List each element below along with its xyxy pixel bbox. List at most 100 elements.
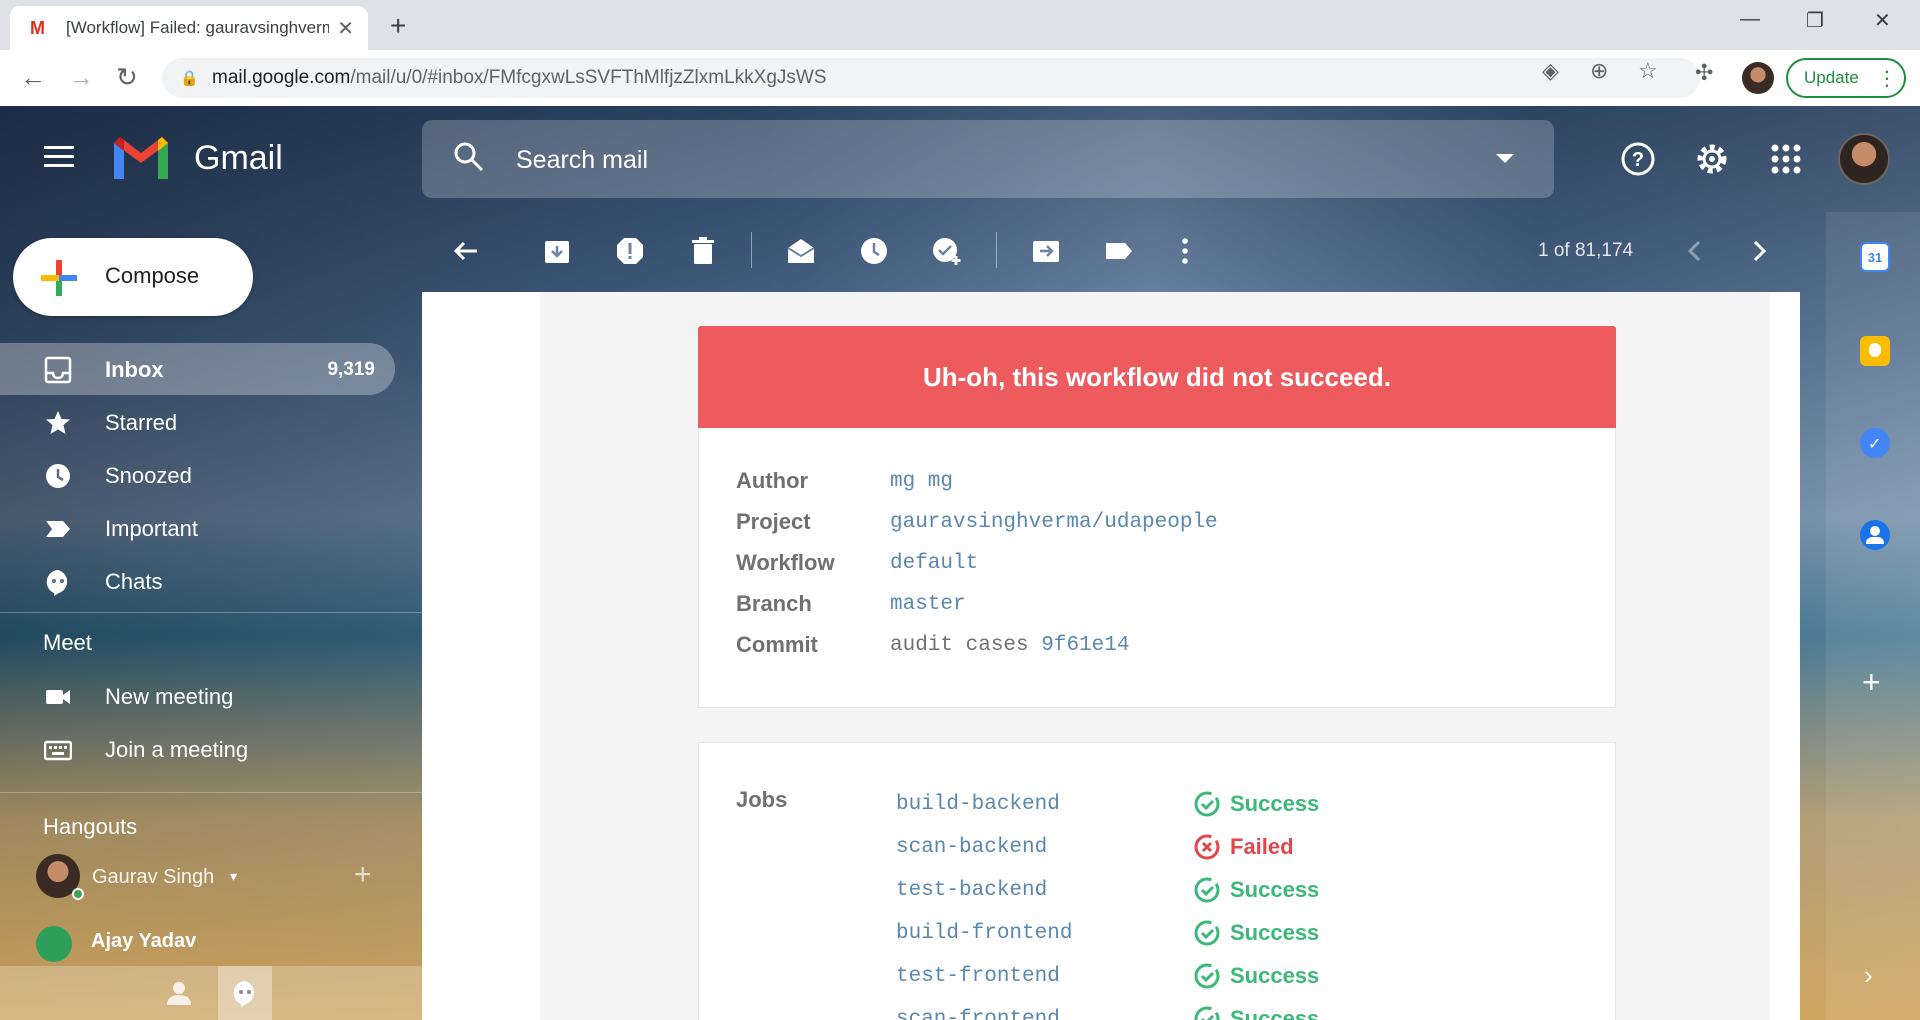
search-bar[interactable]: Search mail xyxy=(422,120,1554,198)
field-key: Commit xyxy=(736,632,818,657)
url-text: mail.google.com/mail/u/0/#inbox/FMfcgxwL… xyxy=(212,67,827,89)
back-icon[interactable]: ← xyxy=(20,62,46,93)
move-to-icon[interactable] xyxy=(1031,236,1061,266)
omnibox[interactable]: 🔒 mail.google.com/mail/u/0/#inbox/FMfcgx… xyxy=(162,58,1700,98)
search-options-icon[interactable] xyxy=(1496,154,1514,163)
job-status: Success xyxy=(1194,1006,1319,1020)
add-addon-icon[interactable]: + xyxy=(1862,664,1881,701)
chat-bubble-icon xyxy=(46,570,68,596)
browser-tab[interactable]: M [Workflow] Failed: gauravsinghverma/ud… xyxy=(10,6,368,50)
gmail-wordmark: Gmail xyxy=(194,139,283,177)
settings-gear-icon[interactable] xyxy=(1694,141,1730,177)
field-key: Workflow xyxy=(736,550,835,575)
calendar-icon[interactable]: 31 xyxy=(1860,242,1890,272)
main-menu-icon[interactable] xyxy=(44,146,74,167)
chrome-profile-avatar[interactable] xyxy=(1742,62,1774,94)
project-link[interactable]: gauravsinghverma/udapeople xyxy=(890,511,1218,534)
url-path: /mail/u/0/#inbox/FMfcgxwLsSVFThMlfjzZlxm… xyxy=(350,67,827,88)
author-value[interactable]: mg mg xyxy=(890,470,953,493)
older-chevron-right-icon[interactable] xyxy=(1744,236,1774,266)
nav-starred-label: Starred xyxy=(105,410,178,435)
job-status-label: Success xyxy=(1230,920,1320,945)
keep-icon[interactable] xyxy=(1860,336,1890,366)
job-status-label: Success xyxy=(1230,1006,1320,1020)
archive-icon[interactable] xyxy=(542,236,572,266)
snooze-clock-icon[interactable] xyxy=(859,236,889,266)
contacts-person-icon[interactable] xyxy=(166,980,192,1006)
project-row: Project gauravsinghverma/udapeople xyxy=(736,507,1218,537)
add-to-tasks-icon[interactable] xyxy=(932,236,962,266)
report-spam-icon[interactable] xyxy=(615,236,645,266)
dropdown-arrow-icon[interactable]: ▾ xyxy=(230,868,237,885)
job-row: build-backend Success xyxy=(896,789,1319,819)
search-input[interactable]: Search mail xyxy=(516,146,648,175)
expand-panel-icon[interactable]: › xyxy=(1864,960,1873,991)
nav-chats[interactable]: Chats xyxy=(0,555,395,607)
job-name-link[interactable]: build-backend xyxy=(896,793,1194,816)
job-name-link[interactable]: scan-backend xyxy=(896,836,1194,859)
inbox-icon xyxy=(44,356,72,384)
workflow-link[interactable]: default xyxy=(890,552,978,575)
new-meeting-button[interactable]: New meeting xyxy=(0,670,395,722)
update-button[interactable]: Update ⋮ xyxy=(1786,58,1906,98)
tracking-icon[interactable]: ◈ xyxy=(1542,58,1559,84)
hangouts-bottom-bar xyxy=(0,966,422,1020)
more-options-icon[interactable] xyxy=(1170,236,1200,266)
svg-text:?: ? xyxy=(1632,149,1644,171)
bookmark-star-icon[interactable]: ☆ xyxy=(1638,58,1658,84)
tasks-icon[interactable]: ✓ xyxy=(1860,428,1890,458)
reload-icon[interactable]: ↻ xyxy=(116,62,138,93)
close-tab-icon[interactable]: ✕ xyxy=(337,16,354,41)
extensions-icon[interactable]: ✣ xyxy=(1695,60,1713,86)
hangouts-tab[interactable] xyxy=(218,966,272,1020)
keyboard-icon xyxy=(44,740,72,761)
workflow-details-card: Author mg mg Project gauravsinghverma/ud… xyxy=(698,428,1616,708)
job-row: scan-backend Failed xyxy=(896,832,1294,862)
job-status-label: Failed xyxy=(1230,834,1294,859)
delete-trash-icon[interactable] xyxy=(688,236,718,266)
zoom-icon[interactable]: ⊕ xyxy=(1590,58,1608,84)
branch-link[interactable]: master xyxy=(890,593,966,616)
mark-unread-icon[interactable] xyxy=(786,236,816,266)
add-contact-icon[interactable]: + xyxy=(354,858,372,892)
hangout-contact[interactable]: Gaurav Singh ▾ + xyxy=(36,854,396,904)
minimize-window-icon[interactable]: — xyxy=(1740,8,1760,31)
newer-chevron-left-icon[interactable] xyxy=(1680,236,1710,266)
label-tag-icon[interactable] xyxy=(1104,236,1134,266)
forward-icon[interactable]: → xyxy=(68,62,94,93)
online-status-icon xyxy=(72,888,84,900)
join-meeting-button[interactable]: Join a meeting xyxy=(0,723,395,775)
account-avatar[interactable] xyxy=(1838,133,1890,185)
nav-snoozed[interactable]: Snoozed xyxy=(0,449,395,501)
commit-row: Commit audit cases 9f61e14 xyxy=(736,630,1129,660)
nav-important[interactable]: Important xyxy=(0,502,395,554)
compose-button[interactable]: Compose xyxy=(13,238,253,316)
job-status-label: Success xyxy=(1230,963,1320,988)
job-status: Success xyxy=(1194,877,1319,903)
job-name-link[interactable]: scan-frontend xyxy=(896,1008,1194,1020)
back-to-inbox-icon[interactable] xyxy=(451,236,481,266)
hangout-contact[interactable]: Ajay Yadav xyxy=(36,922,396,972)
help-icon[interactable]: ? xyxy=(1620,141,1656,177)
close-window-icon[interactable]: ✕ xyxy=(1874,8,1891,33)
job-name-link[interactable]: test-backend xyxy=(896,879,1194,902)
apps-grid-icon[interactable] xyxy=(1768,141,1804,177)
job-name-link[interactable]: test-frontend xyxy=(896,965,1194,988)
job-name-link[interactable]: build-frontend xyxy=(896,922,1194,945)
more-vert-icon: ⋮ xyxy=(1876,67,1897,90)
commit-hash-link[interactable]: 9f61e14 xyxy=(1041,634,1129,657)
branch-row: Branch master xyxy=(736,589,966,619)
restore-window-icon[interactable]: ❐ xyxy=(1806,8,1824,33)
inbox-count: 9,319 xyxy=(327,359,375,380)
contacts-icon[interactable] xyxy=(1860,520,1890,550)
hangouts-quote-icon xyxy=(233,981,255,1007)
nav-starred[interactable]: Starred xyxy=(0,396,395,448)
job-status-label: Success xyxy=(1230,877,1320,902)
new-tab-icon[interactable]: + xyxy=(390,10,406,42)
address-bar-row: ← → ↻ 🔒 mail.google.com/mail/u/0/#inbox/… xyxy=(0,50,1920,106)
contact-avatar xyxy=(36,926,72,962)
nav-inbox[interactable]: Inbox 9,319 xyxy=(0,343,395,395)
video-camera-icon xyxy=(46,690,70,704)
nav-important-label: Important xyxy=(105,516,198,541)
search-icon[interactable] xyxy=(452,140,486,174)
